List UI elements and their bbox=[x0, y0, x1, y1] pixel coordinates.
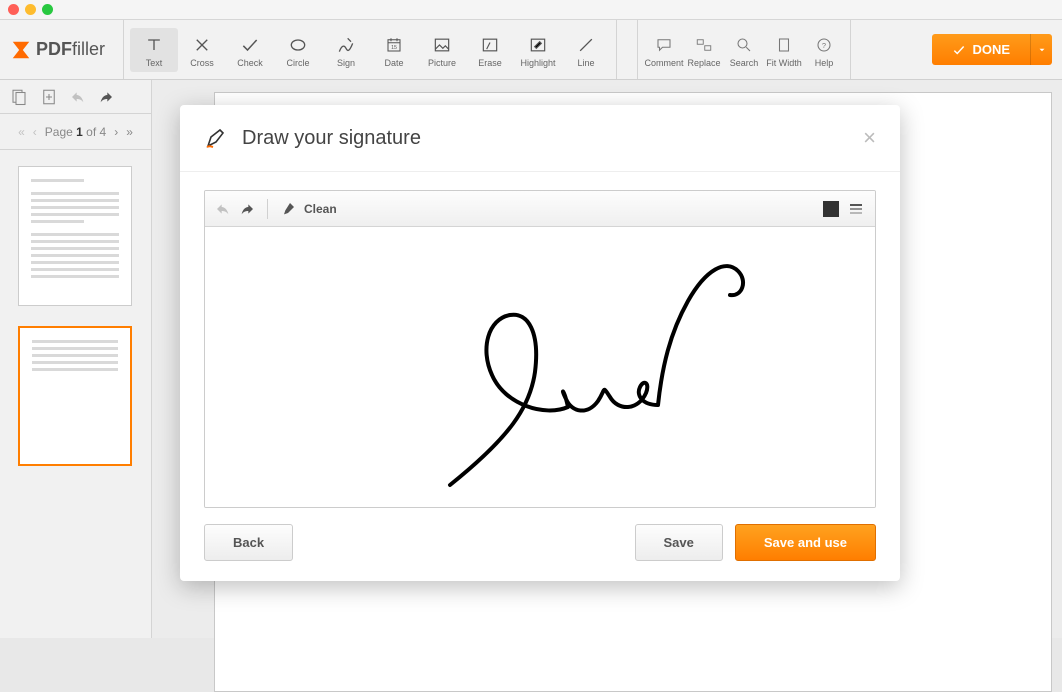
thumbnail-panel bbox=[0, 150, 152, 638]
close-icon[interactable]: × bbox=[863, 125, 876, 151]
tool-help[interactable]: ? Help bbox=[804, 28, 844, 72]
tool-text[interactable]: Text bbox=[130, 28, 178, 72]
erase-icon bbox=[480, 32, 500, 58]
tool-circle[interactable]: Circle bbox=[274, 28, 322, 72]
page-navigator: « ‹ Page 1 of 4 › » bbox=[0, 114, 152, 150]
done-button[interactable]: DONE bbox=[932, 34, 1030, 65]
pages-icon[interactable] bbox=[10, 88, 28, 106]
page-thumbnail-selected[interactable] bbox=[18, 326, 132, 466]
undo-icon[interactable] bbox=[70, 89, 86, 105]
tool-fitwidth[interactable]: Fit Width bbox=[764, 28, 804, 72]
check-icon bbox=[952, 43, 966, 57]
main-toolbar: PDFfiller Text Cross Check Circle Sign 1… bbox=[0, 20, 1062, 80]
svg-text:15: 15 bbox=[391, 44, 397, 50]
signature-modal: Draw your signature × Clean bbox=[180, 105, 900, 581]
page-prev-icon[interactable]: ‹ bbox=[33, 125, 37, 139]
tool-picture[interactable]: Picture bbox=[418, 28, 466, 72]
tool-erase[interactable]: Erase bbox=[466, 28, 514, 72]
search-icon bbox=[735, 32, 753, 58]
view-tools-group: Comment Replace Search Fit Width ? Help bbox=[637, 20, 851, 79]
tool-sign[interactable]: Sign bbox=[322, 28, 370, 72]
window-titlebar bbox=[0, 0, 1062, 20]
picture-icon bbox=[432, 32, 452, 58]
signature-drawing bbox=[310, 237, 770, 497]
calendar-icon: 15 bbox=[385, 32, 403, 58]
canvas-toolbar: Clean bbox=[205, 191, 875, 227]
tool-date[interactable]: 15 Date bbox=[370, 28, 418, 72]
undo-icon[interactable] bbox=[215, 201, 231, 217]
tool-check[interactable]: Check bbox=[226, 28, 274, 72]
tool-cross[interactable]: Cross bbox=[178, 28, 226, 72]
page-indicator: Page 1 of 4 bbox=[45, 125, 106, 139]
save-and-use-button[interactable]: Save and use bbox=[735, 524, 876, 561]
highlight-icon bbox=[528, 32, 548, 58]
clean-button[interactable]: Clean bbox=[304, 202, 337, 216]
tool-highlight[interactable]: Highlight bbox=[514, 28, 562, 72]
text-icon bbox=[144, 32, 164, 58]
modal-header: Draw your signature × bbox=[180, 105, 900, 172]
tool-replace[interactable]: Replace bbox=[684, 28, 724, 72]
done-dropdown-toggle[interactable] bbox=[1030, 34, 1052, 65]
check-icon bbox=[240, 32, 260, 58]
page-last-icon[interactable]: » bbox=[126, 125, 133, 139]
brand-logo-text: PDFfiller bbox=[10, 39, 105, 61]
page-next-icon[interactable]: › bbox=[114, 125, 118, 139]
back-button[interactable]: Back bbox=[204, 524, 293, 561]
modal-footer: Back Save Save and use bbox=[204, 524, 876, 561]
signature-draw-area[interactable] bbox=[205, 227, 875, 507]
signature-canvas-container: Clean bbox=[204, 190, 876, 508]
brush-icon[interactable] bbox=[280, 201, 296, 217]
tool-line[interactable]: Line bbox=[562, 28, 610, 72]
stroke-width-icon[interactable] bbox=[847, 201, 865, 217]
add-page-icon[interactable] bbox=[40, 88, 58, 106]
comment-icon bbox=[655, 32, 673, 58]
svg-text:?: ? bbox=[822, 41, 826, 50]
help-icon: ? bbox=[815, 32, 833, 58]
page-thumbnail[interactable] bbox=[18, 166, 132, 306]
cross-icon bbox=[193, 32, 211, 58]
tool-comment[interactable]: Comment bbox=[644, 28, 684, 72]
window-minimize-icon[interactable] bbox=[25, 4, 36, 15]
circle-icon bbox=[288, 32, 308, 58]
window-zoom-icon[interactable] bbox=[42, 4, 53, 15]
editing-tools-group: Text Cross Check Circle Sign 15 Date Pic… bbox=[123, 20, 617, 79]
fit-width-icon bbox=[775, 32, 793, 58]
chevron-down-icon bbox=[1037, 45, 1047, 55]
color-swatch-icon[interactable] bbox=[823, 201, 839, 217]
window-close-icon[interactable] bbox=[8, 4, 19, 15]
redo-icon[interactable] bbox=[98, 89, 114, 105]
line-icon bbox=[576, 32, 596, 58]
sidebar-actions bbox=[0, 80, 152, 114]
sign-icon bbox=[336, 32, 356, 58]
replace-icon bbox=[695, 32, 713, 58]
done-button-group: DONE bbox=[932, 34, 1052, 65]
page-first-icon[interactable]: « bbox=[18, 125, 25, 139]
pen-icon bbox=[204, 126, 228, 150]
modal-title: Draw your signature bbox=[242, 127, 421, 150]
redo-icon[interactable] bbox=[239, 201, 255, 217]
save-button[interactable]: Save bbox=[635, 524, 723, 561]
tool-search[interactable]: Search bbox=[724, 28, 764, 72]
brand-logo-icon bbox=[10, 39, 32, 61]
